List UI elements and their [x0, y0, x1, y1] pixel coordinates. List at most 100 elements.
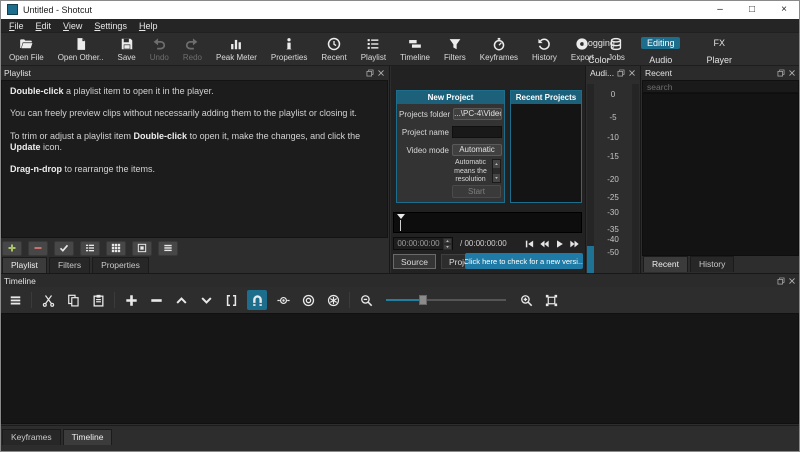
layout-editing-button[interactable]: Editing	[640, 37, 681, 49]
timeline-button[interactable]: Timeline	[393, 35, 437, 64]
paste-button[interactable]	[89, 291, 107, 309]
properties-button[interactable]: Properties	[264, 35, 314, 64]
overwrite-button[interactable]	[197, 291, 215, 309]
timecode-spinner[interactable]: 00:00:00:00	[393, 237, 453, 250]
timeline-toolbar	[0, 287, 800, 313]
zoom-fit-icon	[545, 294, 558, 307]
db-label: 0	[610, 90, 616, 99]
view-details-button[interactable]	[80, 240, 100, 256]
append-button[interactable]	[122, 291, 140, 309]
lift-button[interactable]	[172, 291, 190, 309]
check-version-button[interactable]: Click here to check for a new versi...	[465, 253, 583, 269]
tab-source[interactable]: Source	[393, 254, 436, 269]
float-panel-icon[interactable]	[777, 277, 785, 285]
timeline-tracks-icon	[408, 37, 422, 51]
spin-down-icon[interactable]	[443, 244, 452, 250]
play-button[interactable]	[554, 239, 565, 249]
timeline-menu-button[interactable]	[6, 291, 24, 309]
tab-keyframes[interactable]: Keyframes	[2, 429, 61, 445]
close-panel-icon[interactable]	[377, 69, 385, 77]
tab-recent[interactable]: Recent	[643, 256, 688, 272]
menu-settings[interactable]: Settings	[88, 20, 133, 32]
split-button[interactable]	[222, 291, 240, 309]
open-file-button[interactable]: Open File	[2, 35, 51, 64]
project-name-input[interactable]	[452, 126, 502, 138]
playlist-add-button[interactable]	[2, 240, 22, 256]
redo-button[interactable]: Redo	[176, 35, 209, 64]
recent-list[interactable]	[642, 93, 799, 256]
tab-playlist[interactable]: Playlist	[2, 257, 47, 273]
layout-fx-button[interactable]: FX	[707, 37, 731, 49]
playlist-menu-button[interactable]	[158, 240, 178, 256]
undo-button[interactable]: Undo	[143, 35, 176, 64]
peak-meter-button[interactable]: Peak Meter	[209, 35, 264, 64]
copy-button[interactable]	[64, 291, 82, 309]
chevron-up-icon	[175, 294, 188, 307]
float-panel-icon[interactable]	[366, 69, 374, 77]
search-input[interactable]	[643, 81, 798, 92]
playlist-update-button[interactable]	[54, 240, 74, 256]
history-icon	[537, 37, 551, 51]
chevron-down-icon	[200, 294, 213, 307]
ripple-toggle[interactable]	[299, 291, 317, 309]
maximize-button[interactable]: □	[736, 0, 768, 19]
hint-scrollbar[interactable]	[492, 159, 501, 183]
layout-audio-button[interactable]: Audio	[643, 54, 678, 66]
seek-bar[interactable]	[393, 212, 582, 233]
minimize-button[interactable]: –	[704, 0, 736, 19]
scrub-toggle[interactable]	[274, 291, 292, 309]
video-mode-button[interactable]: Automatic	[452, 144, 502, 156]
close-panel-icon[interactable]	[788, 277, 796, 285]
keyframes-button[interactable]: Keyframes	[473, 35, 525, 64]
open-other-button[interactable]: Open Other..	[51, 35, 111, 64]
scroll-up-icon[interactable]	[493, 160, 500, 168]
tab-timeline[interactable]: Timeline	[62, 429, 113, 445]
tab-properties[interactable]: Properties	[92, 257, 149, 273]
close-panel-icon[interactable]	[628, 69, 636, 77]
playlist-remove-button[interactable]	[28, 240, 48, 256]
ripple-delete-button[interactable]	[147, 291, 165, 309]
recent-button[interactable]: Recent	[314, 35, 353, 64]
slider-handle[interactable]	[419, 295, 427, 305]
ripple-icon	[302, 294, 315, 307]
cut-button[interactable]	[39, 291, 57, 309]
filters-button[interactable]: Filters	[437, 35, 473, 64]
menu-edit[interactable]: Edit	[30, 20, 58, 32]
scroll-down-icon[interactable]	[493, 174, 500, 182]
snap-toggle[interactable]	[247, 290, 267, 310]
view-icons-button[interactable]	[132, 240, 152, 256]
ripple-all-toggle[interactable]	[324, 291, 342, 309]
float-panel-icon[interactable]	[617, 69, 625, 77]
split-icon	[225, 294, 238, 307]
zoom-out-button[interactable]	[357, 291, 375, 309]
zoom-fit-button[interactable]	[542, 291, 560, 309]
skip-to-start-button[interactable]	[524, 239, 535, 249]
start-button[interactable]: Start	[452, 185, 501, 198]
tab-filters[interactable]: Filters	[48, 257, 91, 273]
layout-color-button[interactable]: Color	[582, 54, 616, 66]
menu-file[interactable]: File	[3, 20, 30, 32]
close-panel-icon[interactable]	[788, 69, 796, 77]
fast-forward-button[interactable]	[569, 239, 580, 249]
playlist-button[interactable]: Playlist	[354, 35, 393, 64]
close-button[interactable]: ×	[768, 0, 800, 19]
float-panel-icon[interactable]	[777, 69, 785, 77]
layout-logging-button[interactable]: Logging	[577, 37, 621, 49]
video-mode-row: Video mode Automatic	[399, 144, 502, 156]
zoom-in-button[interactable]	[517, 291, 535, 309]
menu-help[interactable]: Help	[133, 20, 164, 32]
tab-history[interactable]: History	[689, 256, 735, 272]
menu-view[interactable]: View	[57, 20, 88, 32]
playlist-tips: Double-click a playlist item to open it …	[1, 80, 388, 238]
history-button[interactable]: History	[525, 35, 564, 64]
save-button[interactable]: Save	[111, 35, 143, 64]
playlist-panel-title: Playlist	[4, 68, 31, 78]
playhead-icon[interactable]	[397, 214, 405, 219]
timeline-tracks-area[interactable]	[1, 313, 799, 424]
layout-player-button[interactable]: Player	[700, 54, 738, 66]
peak-meter-icon	[229, 37, 243, 51]
timeline-zoom-slider[interactable]	[386, 293, 506, 307]
rewind-button[interactable]	[539, 239, 550, 249]
projects-folder-button[interactable]: ...\PC-4\Videos	[453, 108, 502, 120]
view-tiles-button[interactable]	[106, 240, 126, 256]
